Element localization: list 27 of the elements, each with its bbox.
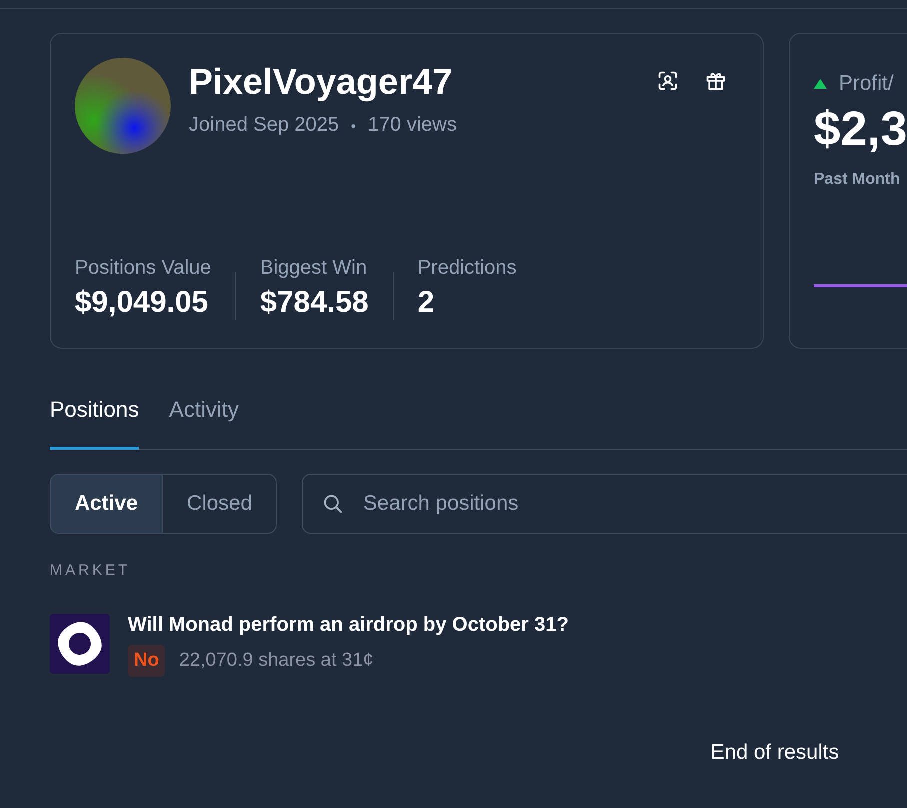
stat-label: Positions Value [75,256,212,280]
period-label: Past Month [814,171,902,189]
username: PixelVoyager47 [189,60,454,104]
search-field[interactable]: Search positions [302,474,907,534]
stat-value: $9,049.05 [75,286,210,320]
separator-dot: • [351,118,356,134]
stat-value: 2 [418,286,436,320]
filter-toggle[interactable]: Closed [162,475,276,533]
profit-value: $2,3 [814,102,907,157]
scan-user-icon[interactable] [657,70,679,92]
market-title[interactable]: Will Monad perform an airdrop by October 31? [128,614,569,637]
profit-label: Profit/ [839,72,894,96]
joined-date: Joined Sep 2025 [189,114,340,137]
shares-detail: 22,070.9 shares at 31¢ [179,650,374,672]
tab[interactable]: Activity [169,397,239,450]
tab[interactable]: Positions [50,397,140,450]
gift-icon[interactable] [705,70,727,92]
column-header: MARKET [50,562,131,579]
stat-label: Biggest Win [260,256,368,280]
market-logo-icon [50,614,110,674]
search-icon [322,493,344,515]
stat-value: $784.58 [260,286,369,320]
filter-toggle[interactable]: Active [51,475,162,533]
view-count: 170 views [368,114,457,137]
outcome-badge: No [128,645,166,677]
end-of-results: End of results [710,741,840,764]
stat-label: Predictions [418,256,517,280]
